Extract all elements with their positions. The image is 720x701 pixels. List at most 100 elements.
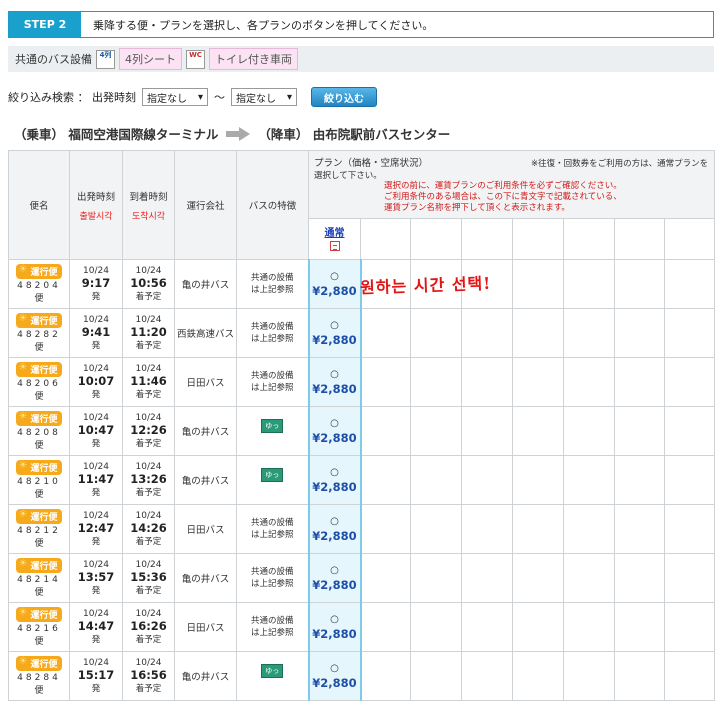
plan-select-button[interactable]: ○ ¥2,880 xyxy=(307,259,362,309)
feature-cell: 共通の設備 は上記参照 xyxy=(236,553,309,603)
timetable: 便名 出発時刻 출발시각 到着時刻 도착시각 運行会社 バスの特徴 プラン（価格… xyxy=(8,150,716,701)
operating-badge: 運行便 xyxy=(16,558,62,573)
arrive-cell: 10/24 16:56 着予定 xyxy=(122,651,175,701)
arrive-time: 10:56 xyxy=(130,276,167,290)
yuttari-icon: ゆったり xyxy=(261,419,284,442)
bin-suffix: 便 xyxy=(34,539,44,549)
depart-suffix: 発 xyxy=(91,537,101,547)
depart-time: 9:41 xyxy=(81,325,111,339)
plan-select-button[interactable]: ○ ¥2,880 xyxy=(307,308,362,358)
equipment-label: 共通のバス設備 xyxy=(15,53,92,66)
plan-select-button[interactable]: ○ ¥2,880 xyxy=(307,553,362,603)
arrive-suffix: 着予定 xyxy=(135,439,162,449)
arrive-date: 10/24 xyxy=(135,609,162,619)
price: ¥2,880 xyxy=(312,283,357,298)
bin-number: 48210 xyxy=(17,477,61,487)
handwritten-annotation: 원하는 시간 선택! xyxy=(359,273,492,298)
plan-select-button[interactable]: ○ ¥2,880 xyxy=(307,504,362,554)
filter-label: 絞り込み検索 ： 出発時刻 xyxy=(8,91,136,104)
plan-select-button[interactable]: ○ ¥2,880 xyxy=(307,602,362,652)
feature-line-2: は上記参照 xyxy=(250,530,294,540)
price: ¥2,880 xyxy=(312,479,357,494)
bin-number: 48216 xyxy=(17,624,61,634)
header-arrive-note: 도착시각 xyxy=(131,211,166,222)
feature-line-1: 共通の設備 xyxy=(250,567,294,577)
feature-cell: 共通の設備 は上記参照 xyxy=(236,259,309,309)
bin-cell: 運行便 48214 便 xyxy=(8,553,70,603)
depart-date: 10/24 xyxy=(83,266,109,276)
filter-button[interactable]: 絞り込む xyxy=(311,87,377,107)
availability-mark: ○ xyxy=(330,270,339,282)
bin-cell: 運行便 48212 便 xyxy=(8,504,70,554)
availability-mark: ○ xyxy=(330,368,339,380)
feature-cell: ゆったり xyxy=(236,455,309,505)
filter-tilde: 〜 xyxy=(214,91,225,104)
feature-line-2: は上記参照 xyxy=(250,628,294,638)
feature-cell: 共通の設備 は上記参照 xyxy=(236,357,309,407)
depart-date: 10/24 xyxy=(83,560,109,570)
calendar-icon[interactable] xyxy=(329,241,340,251)
bin-cell: 運行便 48282 便 xyxy=(8,308,70,358)
plan-select-button[interactable]: ○ ¥2,880 xyxy=(307,651,362,701)
header-feature: バスの特徴 xyxy=(236,150,309,260)
feature-line-2: は上記参照 xyxy=(250,579,294,589)
table-row: 運行便 48284 便 10/24 15:17 発 10/24 16:56 着予… xyxy=(8,651,716,701)
feature-cell: 共通の設備 は上記参照 xyxy=(236,504,309,554)
yuttari-icon: ゆったり xyxy=(261,468,284,491)
table-row: 運行便 48206 便 10/24 10:07 発 10/24 11:46 着予… xyxy=(8,357,716,407)
depart-date: 10/24 xyxy=(83,609,109,619)
feature-cell: ゆったり xyxy=(236,651,309,701)
arrive-date: 10/24 xyxy=(135,560,162,570)
departure-from-select[interactable]: 指定なし ▾ xyxy=(142,88,208,106)
arrow-right-icon xyxy=(226,126,251,141)
arrive-time: 13:26 xyxy=(130,472,167,486)
arrive-time: 15:36 xyxy=(130,570,167,584)
departure-to-select[interactable]: 指定なし ▾ xyxy=(231,88,297,106)
depart-suffix: 発 xyxy=(91,341,101,351)
arrive-time: 16:26 xyxy=(130,619,167,633)
plan-warning-1: 選択の前に、運賃プランのご利用条件を必ずご確認ください。 xyxy=(384,181,622,191)
chevron-down-icon: ▾ xyxy=(197,91,203,103)
departure-from-value: 指定なし xyxy=(147,93,187,105)
arrive-date: 10/24 xyxy=(135,511,162,521)
bin-suffix: 便 xyxy=(34,490,44,500)
plan-select-button[interactable]: ○ ¥2,880 xyxy=(307,406,362,456)
operator-cell: 亀の井バス xyxy=(174,651,237,701)
arrive-time: 11:46 xyxy=(130,374,167,388)
bin-number: 48214 xyxy=(17,575,61,585)
bin-suffix: 便 xyxy=(34,441,44,451)
bin-number: 48282 xyxy=(17,330,61,340)
feature-line-2: は上記参照 xyxy=(250,334,294,344)
plan-select-button[interactable]: ○ ¥2,880 xyxy=(307,455,362,505)
depart-cell: 10/24 9:41 発 xyxy=(69,308,123,358)
depart-cell: 10/24 11:47 発 xyxy=(69,455,123,505)
table-row: 運行便 48208 便 10/24 10:47 発 10/24 12:26 着予… xyxy=(8,406,716,456)
operator-cell: 亀の井バス xyxy=(174,406,237,456)
step-banner: STEP 2 乗降する便・プランを選択し、各プランのボタンを押してください。 xyxy=(8,11,714,38)
departure-to-value: 指定なし xyxy=(236,93,276,105)
step-badge: STEP 2 xyxy=(9,12,81,37)
table-row: 運行便 48210 便 10/24 11:47 発 10/24 13:26 着予… xyxy=(8,455,716,505)
plan-select-button[interactable]: ○ ¥2,880 xyxy=(307,357,362,407)
price: ¥2,880 xyxy=(312,626,357,641)
plan-title: プラン（価格・空席状況） xyxy=(314,158,429,169)
arrive-suffix: 着予定 xyxy=(135,586,162,596)
depart-time: 14:47 xyxy=(77,619,115,633)
operating-badge: 運行便 xyxy=(16,509,62,524)
arrive-date: 10/24 xyxy=(135,266,162,276)
depart-date: 10/24 xyxy=(83,315,109,325)
depart-suffix: 発 xyxy=(91,390,101,400)
depart-time: 9:17 xyxy=(81,276,111,290)
depart-cell: 10/24 12:47 発 xyxy=(69,504,123,554)
availability-mark: ○ xyxy=(330,319,339,331)
header-arrive: 到着時刻 도착시각 xyxy=(122,150,175,260)
yuttari-icon: ゆったり xyxy=(261,664,284,687)
depart-date: 10/24 xyxy=(83,658,109,668)
arrive-cell: 10/24 15:36 着予定 xyxy=(122,553,175,603)
arrive-date: 10/24 xyxy=(135,413,162,423)
table-row: 運行便 48282 便 10/24 9:41 発 10/24 11:20 着予定… xyxy=(8,308,716,358)
feature-line-1: 共通の設備 xyxy=(250,371,294,381)
plan-normal-link[interactable]: 通常 xyxy=(309,224,360,239)
arrive-cell: 10/24 12:26 着予定 xyxy=(122,406,175,456)
depart-time: 15:17 xyxy=(77,668,115,682)
